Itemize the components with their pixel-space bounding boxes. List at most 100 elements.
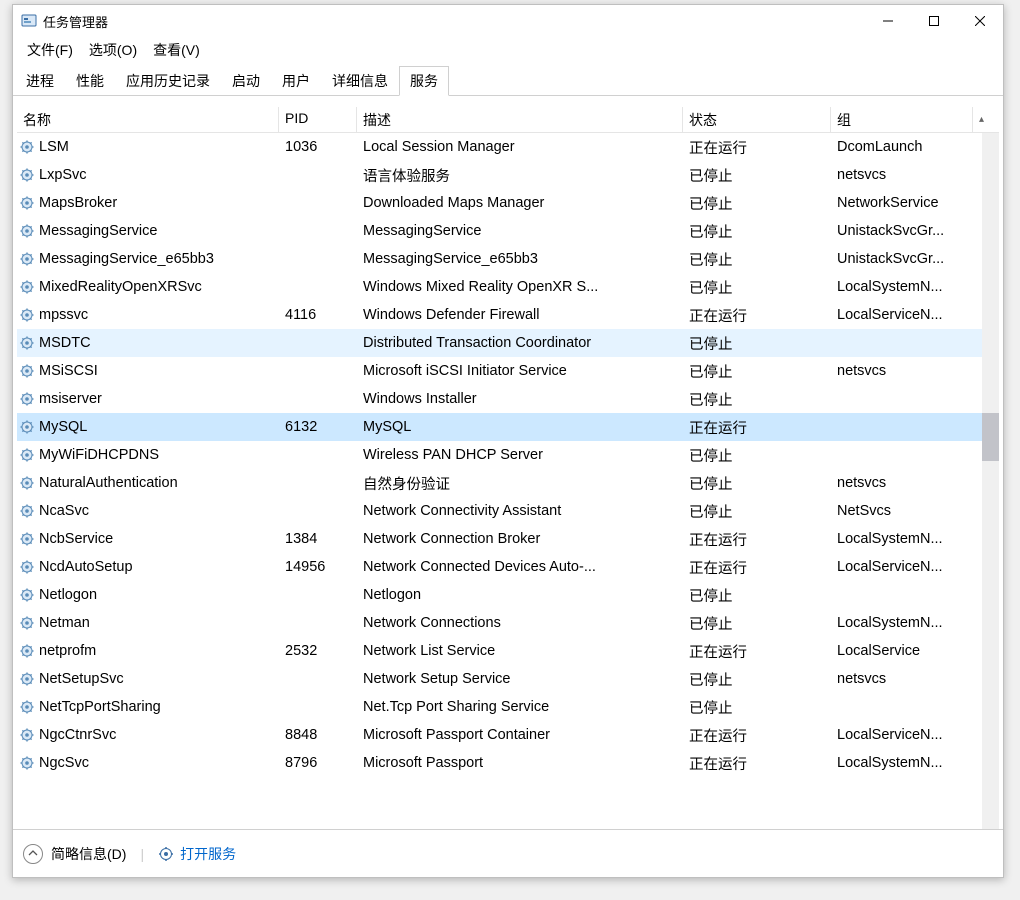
service-group: UnistackSvcGr... [831, 251, 973, 267]
column-header-group[interactable]: 组 [831, 107, 973, 132]
menu-view[interactable]: 查看(V) [145, 37, 208, 63]
table-row[interactable]: NgcCtnrSvc8848Microsoft Passport Contain… [17, 721, 999, 749]
service-status: 已停止 [683, 585, 831, 606]
window-buttons [865, 5, 1003, 37]
gear-icon [19, 699, 35, 715]
service-desc: Network Setup Service [357, 671, 683, 687]
service-desc: Network Connectivity Assistant [357, 503, 683, 519]
gear-icon [19, 195, 35, 211]
tab-app-history[interactable]: 应用历史记录 [115, 66, 221, 96]
service-pid: 1036 [279, 139, 357, 155]
tab-startup[interactable]: 启动 [221, 66, 271, 96]
tab-services[interactable]: 服务 [399, 66, 449, 96]
service-name: MixedRealityOpenXRSvc [39, 279, 202, 295]
fewer-details-button[interactable]: 简略信息(D) [23, 844, 126, 864]
services-table: 名称 PID 描述 状态 组 ▴ LSM1036Local Session Ma… [17, 106, 999, 829]
scroll-up-icon[interactable]: ▴ [973, 107, 990, 132]
table-row[interactable]: LSM1036Local Session Manager正在运行DcomLaun… [17, 133, 999, 161]
service-status: 已停止 [683, 473, 831, 494]
service-name: NaturalAuthentication [39, 475, 178, 491]
scrollbar-thumb[interactable] [982, 413, 999, 461]
service-status: 正在运行 [683, 725, 831, 746]
table-row[interactable]: MapsBrokerDownloaded Maps Manager已停止Netw… [17, 189, 999, 217]
open-services-label: 打开服务 [180, 844, 236, 864]
service-status: 已停止 [683, 669, 831, 690]
service-name: LxpSvc [39, 167, 87, 183]
service-name: msiserver [39, 391, 102, 407]
service-desc: Windows Mixed Reality OpenXR S... [357, 279, 683, 295]
service-desc: Wireless PAN DHCP Server [357, 447, 683, 463]
table-row[interactable]: NetSetupSvcNetwork Setup Service已停止netsv… [17, 665, 999, 693]
vertical-scrollbar[interactable] [982, 133, 999, 829]
gear-icon [19, 223, 35, 239]
service-status: 已停止 [683, 221, 831, 242]
tab-processes[interactable]: 进程 [15, 66, 65, 96]
table-row[interactable]: NcdAutoSetup14956Network Connected Devic… [17, 553, 999, 581]
table-row[interactable]: NgcSvc8796Microsoft Passport正在运行LocalSys… [17, 749, 999, 777]
table-row[interactable]: MyWiFiDHCPDNSWireless PAN DHCP Server已停止 [17, 441, 999, 469]
service-desc: Network Connection Broker [357, 531, 683, 547]
service-desc: 自然身份验证 [357, 473, 683, 494]
tab-performance[interactable]: 性能 [65, 66, 115, 96]
task-manager-window: 任务管理器 文件(F) 选项(O) 查看(V) 进程 性能 应用历史记录 启动 … [12, 4, 1004, 878]
column-header-status[interactable]: 状态 [683, 107, 831, 132]
table-row[interactable]: netprofm2532Network List Service正在运行Loca… [17, 637, 999, 665]
column-header-name[interactable]: 名称 [17, 107, 279, 132]
table-row[interactable]: NetTcpPortSharingNet.Tcp Port Sharing Se… [17, 693, 999, 721]
service-desc: Microsoft Passport [357, 755, 683, 771]
gear-icon [19, 755, 35, 771]
open-services-link[interactable]: 打开服务 [158, 844, 236, 864]
service-pid: 8848 [279, 727, 357, 743]
table-row[interactable]: MessagingService_e65bb3MessagingService_… [17, 245, 999, 273]
table-row[interactable]: mpssvc4116Windows Defender Firewall正在运行L… [17, 301, 999, 329]
service-group: LocalSystemN... [831, 279, 973, 295]
service-status: 已停止 [683, 249, 831, 270]
service-group: LocalServiceN... [831, 727, 973, 743]
service-status: 已停止 [683, 361, 831, 382]
tab-users[interactable]: 用户 [271, 66, 321, 96]
service-desc: MessagingService [357, 223, 683, 239]
table-row[interactable]: NcaSvcNetwork Connectivity Assistant已停止N… [17, 497, 999, 525]
service-name: MSiSCSI [39, 363, 98, 379]
table-row[interactable]: MySQL6132MySQL正在运行 [17, 413, 999, 441]
service-group: netsvcs [831, 167, 973, 183]
tab-details[interactable]: 详细信息 [321, 66, 399, 96]
column-header-desc[interactable]: 描述 [357, 107, 683, 132]
service-name: NcbService [39, 531, 113, 547]
gear-icon [19, 363, 35, 379]
minimize-button[interactable] [865, 5, 911, 37]
service-name: NcdAutoSetup [39, 559, 133, 575]
close-button[interactable] [957, 5, 1003, 37]
gear-icon [19, 307, 35, 323]
service-status: 正在运行 [683, 641, 831, 662]
menu-file[interactable]: 文件(F) [19, 37, 81, 63]
titlebar[interactable]: 任务管理器 [13, 5, 1003, 37]
service-group: NetSvcs [831, 503, 973, 519]
service-group: LocalServiceN... [831, 307, 973, 323]
maximize-button[interactable] [911, 5, 957, 37]
service-group: UnistackSvcGr... [831, 223, 973, 239]
service-name: NetTcpPortSharing [39, 699, 161, 715]
table-row[interactable]: NetlogonNetlogon已停止 [17, 581, 999, 609]
service-status: 已停止 [683, 445, 831, 466]
gear-icon [19, 335, 35, 351]
table-row[interactable]: NcbService1384Network Connection Broker正… [17, 525, 999, 553]
table-row[interactable]: MSDTCDistributed Transaction Coordinator… [17, 329, 999, 357]
column-header-pid[interactable]: PID [279, 107, 357, 132]
table-row[interactable]: NaturalAuthentication自然身份验证已停止netsvcs [17, 469, 999, 497]
service-desc: Downloaded Maps Manager [357, 195, 683, 211]
table-row[interactable]: MixedRealityOpenXRSvc Windows Mixed Reali… [17, 273, 999, 301]
table-row[interactable]: LxpSvc语言体验服务已停止netsvcs [17, 161, 999, 189]
table-row[interactable]: msiserverWindows Installer已停止 [17, 385, 999, 413]
service-group: NetworkService [831, 195, 973, 211]
service-name: NgcSvc [39, 755, 89, 771]
table-row[interactable]: MessagingServiceMessagingService已停止Unist… [17, 217, 999, 245]
gear-icon [19, 643, 35, 659]
service-desc: Microsoft Passport Container [357, 727, 683, 743]
chevron-up-icon [23, 844, 43, 864]
table-row[interactable]: NetmanNetwork Connections已停止LocalSystemN… [17, 609, 999, 637]
menu-options[interactable]: 选项(O) [81, 37, 145, 63]
service-status: 已停止 [683, 333, 831, 354]
table-row[interactable]: MSiSCSIMicrosoft iSCSI Initiator Service… [17, 357, 999, 385]
service-name: LSM [39, 139, 69, 155]
